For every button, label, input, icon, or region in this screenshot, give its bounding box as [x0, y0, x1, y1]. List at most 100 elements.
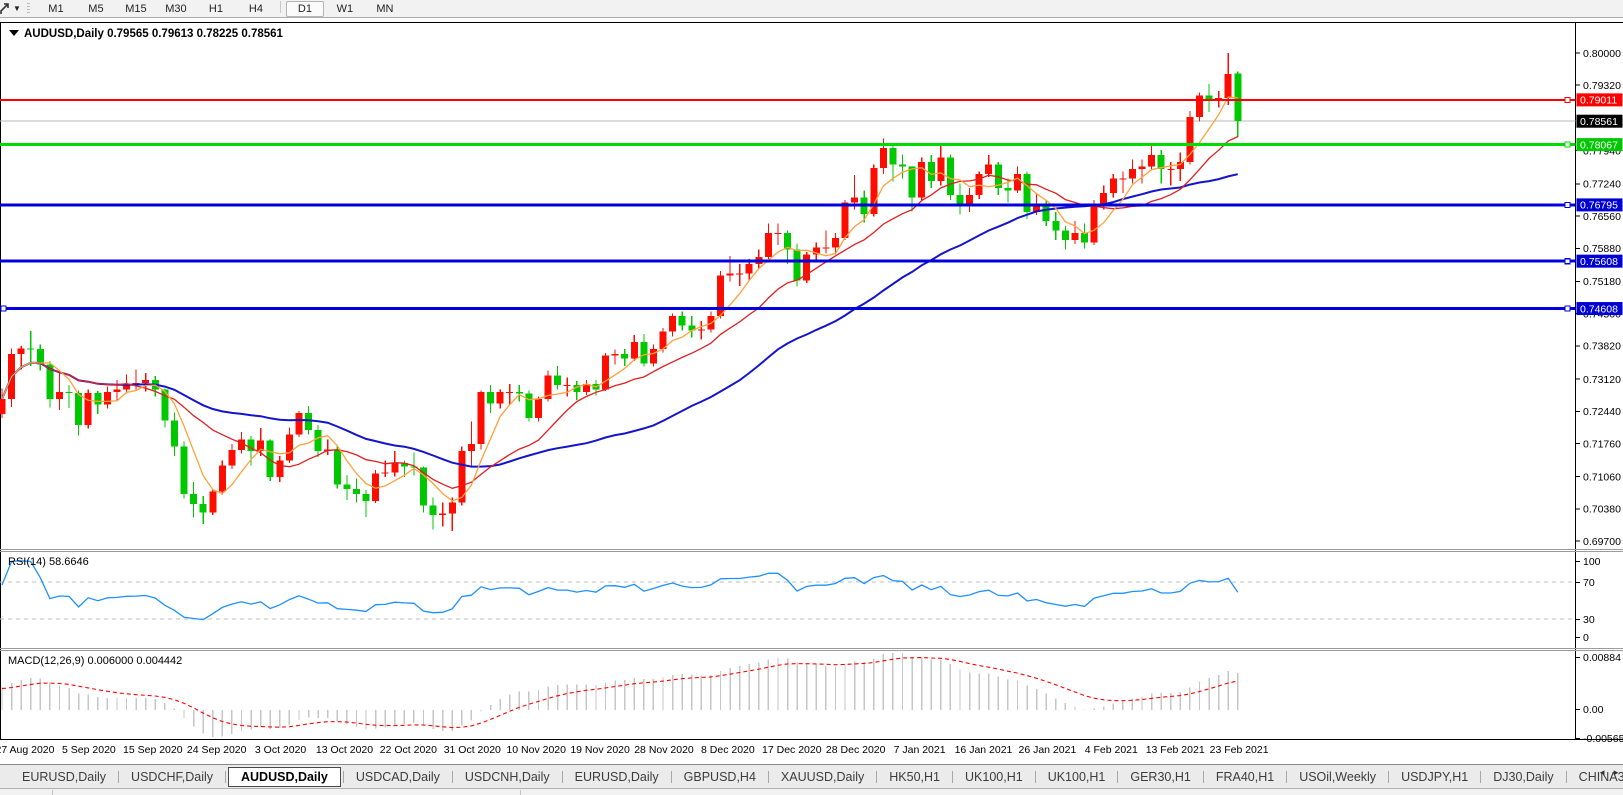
chart-tab-audusd-daily[interactable]: AUDUSD,Daily	[228, 767, 341, 787]
svg-text:0.80000: 0.80000	[1583, 48, 1621, 60]
timeframe-button-m30[interactable]: M30	[157, 1, 195, 17]
chart-tab-eurusd-daily[interactable]: EURUSD,Daily	[565, 767, 669, 787]
timeframe-button-m5[interactable]: M5	[77, 1, 115, 17]
svg-text:23 Feb 2021: 23 Feb 2021	[1210, 744, 1269, 756]
chart-tab-usdchf-daily[interactable]: USDCHF,Daily	[121, 767, 223, 787]
svg-text:0.78067: 0.78067	[1580, 139, 1618, 151]
svg-text:-0.005651: -0.005651	[1583, 733, 1623, 745]
tab-separator	[1480, 771, 1481, 783]
rsi-line	[2, 561, 1238, 620]
rsi-indicator-label: RSI(14) 58.6646	[8, 556, 89, 568]
svg-text:24 Sep 2020: 24 Sep 2020	[187, 744, 247, 756]
chart-tab-hk50-h1[interactable]: HK50,H1	[879, 767, 950, 787]
chart-tab-uk100-h1[interactable]: UK100,H1	[955, 767, 1033, 787]
tab-separator	[1566, 771, 1567, 783]
macd-pane: 0.008840.00-0.005651	[2, 652, 1623, 745]
svg-text:0.00: 0.00	[1583, 704, 1604, 716]
hline-handle[interactable]	[1565, 306, 1570, 311]
tab-separator	[1286, 771, 1287, 783]
ma-slow-line	[2, 174, 1238, 466]
horizontal-lines[interactable]	[0, 97, 1576, 311]
svg-text:4 Feb 2021: 4 Feb 2021	[1085, 744, 1138, 756]
svg-text:0.72440: 0.72440	[1583, 406, 1621, 418]
svg-text:30: 30	[1583, 614, 1595, 626]
hline-handle[interactable]	[1565, 97, 1570, 102]
chart-tab-usdcad-daily[interactable]: USDCAD,Daily	[346, 767, 450, 787]
svg-text:0.75180: 0.75180	[1583, 276, 1621, 288]
toolbar-grip-handle[interactable]	[27, 3, 30, 15]
timeframe-button-m1[interactable]: M1	[37, 1, 75, 17]
timeframe-button-h1[interactable]: H1	[197, 1, 235, 17]
chevron-down-icon[interactable]: ▼	[13, 4, 21, 13]
candlestick-series[interactable]	[0, 53, 1241, 531]
svg-text:31 Oct 2020: 31 Oct 2020	[444, 744, 501, 756]
chart-title-triangle-icon[interactable]	[9, 30, 19, 36]
svg-text:7 Jan 2021: 7 Jan 2021	[894, 744, 946, 756]
svg-text:13 Oct 2020: 13 Oct 2020	[316, 744, 373, 756]
svg-text:15 Sep 2020: 15 Sep 2020	[123, 744, 183, 756]
svg-text:0.76560: 0.76560	[1583, 211, 1621, 223]
tab-separator	[768, 771, 769, 783]
chart-tab-gbpusd-h4[interactable]: GBPUSD,H4	[674, 767, 766, 787]
chart-tab-uk100-h1[interactable]: UK100,H1	[1038, 767, 1116, 787]
svg-text:26 Jan 2021: 26 Jan 2021	[1018, 744, 1076, 756]
timeframe-toolbar: ▼ M1M5M15M30H1H4 D1W1MN	[0, 0, 1623, 18]
svg-text:0.71060: 0.71060	[1583, 471, 1621, 483]
tab-scroll-controls: ◄ ►	[1598, 768, 1620, 777]
mt4-terminal-window: 0.800000.793200.779400.772400.765600.758…	[0, 0, 1623, 795]
svg-text:0.78561: 0.78561	[1580, 116, 1618, 128]
timeframe-button-mn[interactable]: MN	[366, 1, 404, 17]
tab-separator	[1117, 771, 1118, 783]
svg-text:0: 0	[1583, 632, 1589, 644]
tab-scroll-right-icon[interactable]: ►	[1612, 768, 1620, 777]
tab-separator	[1203, 771, 1204, 783]
timeframe-button-m15[interactable]: M15	[117, 1, 155, 17]
chart-tab-usdjpy-h1[interactable]: USDJPY,H1	[1391, 767, 1478, 787]
chart-tab-usoil-weekly[interactable]: USOil,Weekly	[1289, 767, 1386, 787]
crosshair-cursor-icon[interactable]	[0, 2, 11, 15]
chart-tab-ger30-h1[interactable]: GER30,H1	[1120, 767, 1200, 787]
hline-handle[interactable]	[1565, 142, 1570, 147]
svg-text:0.73820: 0.73820	[1583, 341, 1621, 353]
chart-title: AUDUSD,Daily 0.79565 0.79613 0.78225 0.7…	[24, 28, 284, 40]
tab-scroll-left-icon[interactable]: ◄	[1598, 768, 1606, 777]
chart-tab-bar: EURUSD,DailyUSDCHF,DailyAUDUSD,DailyUSDC…	[0, 764, 1623, 788]
svg-text:0.77240: 0.77240	[1583, 179, 1621, 191]
tab-separator	[1388, 771, 1389, 783]
tab-separator	[876, 771, 877, 783]
svg-text:0.74608: 0.74608	[1580, 303, 1618, 315]
chart-tab-xauusd-daily[interactable]: XAUUSD,Daily	[771, 767, 874, 787]
svg-text:13 Feb 2021: 13 Feb 2021	[1146, 744, 1205, 756]
timeframe-button-d1[interactable]: D1	[286, 1, 324, 17]
hline-handle[interactable]	[1, 306, 6, 311]
chart-tab-dj30-daily[interactable]: DJ30,Daily	[1483, 767, 1563, 787]
timeframe-button-w1[interactable]: W1	[326, 1, 364, 17]
date-axis: 27 Aug 20205 Sep 202015 Sep 202024 Sep 2…	[0, 744, 1269, 756]
status-bar	[0, 788, 1623, 795]
svg-text:0.76795: 0.76795	[1580, 200, 1618, 212]
svg-text:70: 70	[1583, 577, 1595, 589]
svg-text:0.75880: 0.75880	[1583, 243, 1621, 255]
svg-text:0.79011: 0.79011	[1580, 95, 1617, 107]
svg-text:3 Oct 2020: 3 Oct 2020	[255, 744, 307, 756]
svg-text:0.79320: 0.79320	[1583, 80, 1621, 92]
svg-text:17 Dec 2020: 17 Dec 2020	[762, 744, 822, 756]
tab-separator	[452, 771, 453, 783]
toolbar-separator	[280, 1, 281, 13]
tab-separator	[118, 771, 119, 783]
chart-canvas[interactable]: 0.800000.793200.779400.772400.765600.758…	[0, 0, 1623, 795]
timeframe-button-h4[interactable]: H4	[237, 1, 275, 17]
chart-tab-usdcnh-daily[interactable]: USDCNH,Daily	[455, 767, 560, 787]
chart-tab-eurusd-daily[interactable]: EURUSD,Daily	[12, 767, 116, 787]
chart-tab-fra40-h1[interactable]: FRA40,H1	[1206, 767, 1284, 787]
macd-signal-line	[2, 658, 1238, 728]
hline-handle[interactable]	[1565, 259, 1570, 264]
tab-separator	[562, 771, 563, 783]
svg-text:22 Oct 2020: 22 Oct 2020	[380, 744, 437, 756]
tab-separator	[343, 771, 344, 783]
tab-separator	[671, 771, 672, 783]
hline-handle[interactable]	[1565, 202, 1570, 207]
timeframe-buttons: M1M5M15M30H1H4 D1W1MN	[36, 1, 405, 17]
ma-fast-line	[2, 97, 1238, 501]
svg-text:100: 100	[1583, 556, 1601, 568]
